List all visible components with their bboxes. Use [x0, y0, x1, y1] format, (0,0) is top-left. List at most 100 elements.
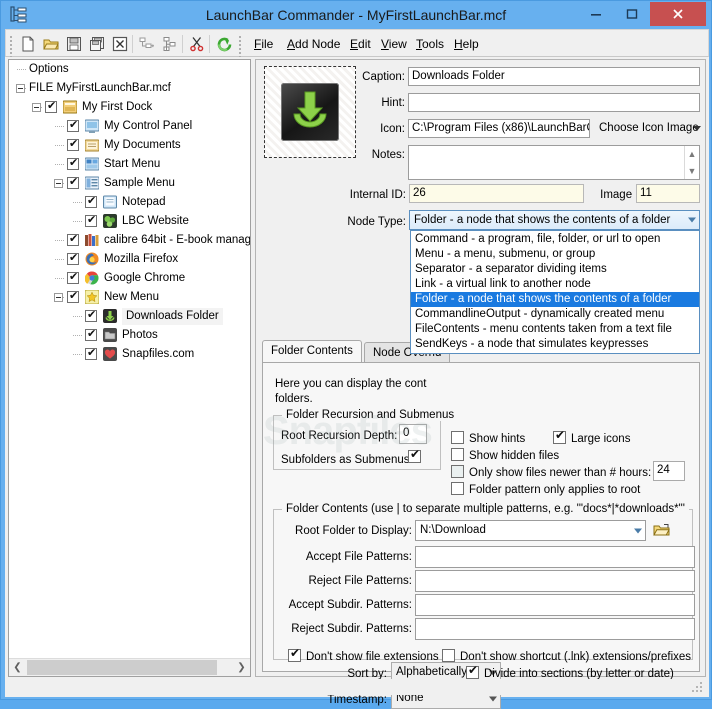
accept-subdir-patterns-input[interactable]	[415, 594, 695, 616]
save-as-icon[interactable]	[86, 33, 108, 55]
save-file-icon[interactable]	[63, 33, 85, 55]
accept-file-patterns-input[interactable]	[415, 546, 695, 568]
tree-row[interactable]: Options	[9, 60, 250, 79]
new-file-icon[interactable]	[17, 33, 39, 55]
menu-edit[interactable]: Edit	[346, 34, 375, 54]
tree-row[interactable]: Photos	[9, 326, 250, 345]
tree-row[interactable]: LBC Website	[9, 212, 250, 231]
hours-input[interactable]: 24	[653, 461, 685, 481]
menu-file[interactable]: File	[250, 34, 277, 54]
tree-row[interactable]: Snapfiles.com	[9, 345, 250, 364]
resize-grip[interactable]	[692, 682, 704, 694]
tree-row[interactable]: Sample Menu	[9, 174, 250, 193]
cut-node-icon[interactable]	[186, 33, 208, 55]
divide-into-sections-checkbox[interactable]	[466, 663, 479, 679]
add-child-node-icon[interactable]	[136, 33, 158, 55]
tree-item-label: Notepad	[122, 196, 166, 208]
tree-row[interactable]: Downloads Folder	[9, 307, 250, 326]
no-shortcut-extensions-checkbox[interactable]	[442, 649, 455, 662]
no-file-extensions-checkbox[interactable]	[288, 646, 301, 662]
tree-expander[interactable]	[32, 103, 41, 112]
subfolders-as-submenus-checkbox[interactable]	[408, 447, 421, 463]
tree-checkbox[interactable]	[85, 327, 97, 341]
tree-checkbox[interactable]	[85, 213, 97, 227]
reject-file-patterns-input[interactable]	[415, 570, 695, 592]
scroll-left-icon[interactable]: ❮	[9, 659, 26, 676]
tree-checkbox[interactable]	[67, 137, 79, 151]
node-type-option[interactable]: Menu - a menu, submenu, or group	[411, 247, 699, 262]
menubar-grip[interactable]	[239, 36, 242, 58]
tree-row[interactable]: Notepad	[9, 193, 250, 212]
scrollbar-thumb[interactable]	[27, 660, 217, 675]
refresh-icon[interactable]	[213, 33, 235, 55]
tree-row[interactable]: New Menu	[9, 288, 250, 307]
icon-preview[interactable]	[264, 66, 356, 158]
tree-checkbox[interactable]	[85, 308, 97, 322]
maximize-button[interactable]	[614, 2, 650, 26]
tree-expander[interactable]	[16, 84, 25, 93]
node-tree[interactable]: Options FILE MyFirstLaunchBar.mcf My First…	[9, 60, 250, 656]
menu-tools[interactable]: Tools	[412, 34, 448, 54]
large-icons-checkbox[interactable]	[553, 428, 566, 444]
add-sibling-node-icon[interactable]	[159, 33, 181, 55]
folder-pattern-root-checkbox[interactable]	[451, 482, 464, 495]
menu-view[interactable]: View	[377, 34, 411, 54]
tree-checkbox[interactable]	[85, 346, 97, 360]
root-folder-combo[interactable]: N:\Download	[415, 520, 646, 541]
root-recursion-depth-input[interactable]: 0	[399, 424, 427, 444]
open-file-icon[interactable]	[40, 33, 62, 55]
tree-row[interactable]: My Control Panel	[9, 117, 250, 136]
tree-checkbox[interactable]	[67, 175, 79, 189]
tree-checkbox[interactable]	[67, 289, 79, 303]
scroll-right-icon[interactable]: ❯	[233, 659, 250, 676]
node-type-option[interactable]: Separator - a separator dividing items	[411, 262, 699, 277]
tree-checkbox[interactable]	[67, 232, 79, 246]
tree-item-icon	[103, 214, 117, 228]
close-file-icon[interactable]	[109, 33, 131, 55]
tree-checkbox[interactable]	[67, 251, 79, 265]
show-hidden-files-checkbox[interactable]	[451, 448, 464, 461]
tree-checkbox[interactable]	[67, 118, 79, 132]
node-type-option[interactable]: SendKeys - a node that simulates keypres…	[411, 337, 699, 352]
tree-row[interactable]: My Documents	[9, 136, 250, 155]
node-type-option[interactable]: CommandlineOutput - dynamically created …	[411, 307, 699, 322]
spin-up-icon[interactable]: ▲	[685, 146, 699, 163]
hint-input[interactable]	[408, 93, 700, 112]
icon-path-input[interactable]: C:\Program Files (x86)\LaunchBarCo	[408, 119, 590, 138]
tree-item-icon	[84, 289, 100, 305]
menu-help[interactable]: Help	[450, 34, 483, 54]
tree-checkbox[interactable]	[67, 270, 79, 284]
show-hints-checkbox[interactable]	[451, 431, 464, 444]
notes-input[interactable]	[408, 145, 700, 180]
spin-down-icon[interactable]: ▼	[685, 163, 699, 180]
node-type-option[interactable]: Folder - a node that shows the contents …	[411, 292, 699, 307]
tree-row[interactable]: calibre 64bit - E-book manageme	[9, 231, 250, 250]
node-type-options-list[interactable]: Command - a program, file, folder, or ur…	[410, 230, 700, 354]
menu-add-node[interactable]: Add Node	[283, 34, 344, 54]
caption-input[interactable]: Downloads Folder	[408, 67, 700, 86]
close-button[interactable]	[650, 2, 706, 26]
node-type-combo[interactable]: Folder - a node that shows the contents …	[409, 210, 700, 230]
browse-folder-icon[interactable]	[653, 522, 671, 541]
tree-checkbox[interactable]	[85, 194, 97, 208]
node-type-option[interactable]: FileContents - menu contents taken from …	[411, 322, 699, 337]
notes-spinner[interactable]: ▲ ▼	[684, 146, 699, 179]
tree-row[interactable]: Google Chrome	[9, 269, 250, 288]
node-type-option[interactable]: Link - a virtual link to another node	[411, 277, 699, 292]
node-type-option[interactable]: Command - a program, file, folder, or ur…	[411, 232, 699, 247]
tree-row[interactable]: FILE MyFirstLaunchBar.mcf	[9, 79, 250, 98]
tree-expander[interactable]	[54, 179, 63, 188]
tree-row[interactable]: Mozilla Firefox	[9, 250, 250, 269]
tree-checkbox[interactable]	[45, 99, 57, 113]
tree-checkbox[interactable]	[67, 156, 79, 170]
minimize-button[interactable]	[578, 2, 614, 26]
tab-folder-contents[interactable]: Folder Contents	[262, 340, 362, 362]
choose-icon-image-dropdown[interactable]: Choose Icon Image	[599, 120, 701, 136]
tree-row[interactable]: Start Menu	[9, 155, 250, 174]
reject-subdir-patterns-input[interactable]	[415, 618, 695, 640]
tree-row[interactable]: My First Dock	[9, 98, 250, 117]
only-show-newer-checkbox[interactable]	[451, 465, 464, 478]
toolbar-grip[interactable]	[10, 36, 13, 58]
tree-horizontal-scrollbar[interactable]: ❮ ❯	[9, 658, 250, 676]
tree-expander[interactable]	[54, 293, 63, 302]
